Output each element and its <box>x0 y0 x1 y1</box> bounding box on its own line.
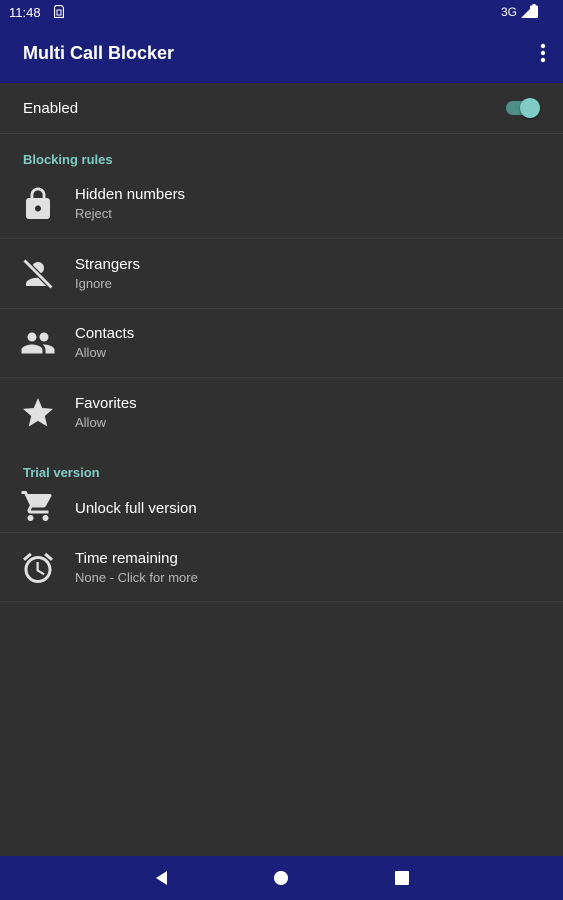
rule-strangers[interactable]: Strangers Ignore <box>0 239 563 309</box>
navigation-bar <box>0 856 563 900</box>
alarm-icon <box>23 552 53 583</box>
battery-icon <box>530 4 538 18</box>
rule-title: Favorites <box>75 395 137 412</box>
recents-icon[interactable] <box>392 868 412 888</box>
rule-value: Allow <box>75 415 107 430</box>
unlock-title: Unlock full version <box>75 500 197 517</box>
rule-favorites[interactable]: Favorites Allow <box>0 378 563 447</box>
time-remaining[interactable]: Time remaining None - Click for more <box>0 533 563 602</box>
switch-knob <box>520 98 540 118</box>
star-icon <box>23 398 53 427</box>
time-remaining-value: None - Click for more <box>75 570 198 585</box>
rule-title: Strangers <box>75 256 141 273</box>
rule-value: Allow <box>75 345 107 360</box>
person-off-icon <box>22 258 54 290</box>
enabled-label: Enabled <box>23 100 79 117</box>
people-icon <box>21 332 55 354</box>
enabled-switch[interactable] <box>502 98 540 118</box>
blocking-rules-header: Blocking rules <box>23 152 113 167</box>
rule-value: Reject <box>75 206 112 221</box>
back-icon[interactable] <box>152 868 172 888</box>
unlock-full-version[interactable]: Unlock full version <box>0 475 563 533</box>
status-bar: 11:48 3G <box>0 0 563 24</box>
rule-value: Ignore <box>75 276 112 291</box>
app-title: Multi Call Blocker <box>23 43 175 63</box>
rule-title: Contacts <box>75 325 135 342</box>
lock-icon <box>26 187 50 219</box>
rule-title: Hidden numbers <box>75 186 186 203</box>
more-vert-icon[interactable] <box>537 42 549 64</box>
network-type: 3G <box>500 5 517 19</box>
rule-hidden-numbers[interactable]: Hidden numbers Reject <box>0 169 563 239</box>
rule-contacts[interactable]: Contacts Allow <box>0 308 563 378</box>
home-icon[interactable] <box>271 868 291 888</box>
cart-icon <box>21 491 52 521</box>
sim-card-icon <box>54 5 64 18</box>
app-bar: Multi Call Blocker <box>0 24 563 83</box>
time-remaining-title: Time remaining <box>75 550 178 567</box>
status-time: 11:48 <box>9 5 41 20</box>
enabled-row[interactable]: Enabled <box>0 83 563 134</box>
